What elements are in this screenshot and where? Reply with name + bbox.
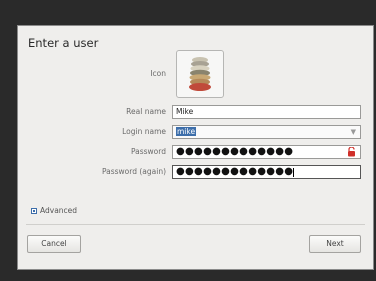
advanced-expander[interactable]: Advanced [31,206,77,215]
dialog-title: Enter a user [28,36,99,50]
password-field[interactable]: ●●●●●●●●●●●●● [172,145,361,159]
password-value: ●●●●●●●●●●●●● [176,146,294,157]
login-name-label: Login name [122,127,166,136]
lock-warning-icon [347,146,356,158]
password-again-label: Password (again) [101,167,166,176]
password-label: Password [130,147,166,156]
avatar-button[interactable] [176,50,224,98]
cancel-button[interactable]: Cancel [27,235,81,253]
stacked-stones-avatar-icon [189,57,211,91]
password-again-value: ●●●●●●●●●●●●● [176,166,294,177]
expander-icon [31,207,37,214]
real-name-field[interactable]: Mike [172,105,361,119]
chevron-down-icon[interactable]: ▼ [351,126,356,138]
icon-label: Icon [150,69,166,78]
login-name-value: mike [176,127,197,136]
real-name-value: Mike [176,107,194,116]
text-cursor [293,167,295,177]
password-again-field[interactable]: ●●●●●●●●●●●●● [172,165,361,179]
next-button[interactable]: Next [309,235,361,253]
login-name-combo[interactable]: mike ▼ [172,125,361,139]
button-separator [26,224,365,225]
advanced-label: Advanced [40,206,78,215]
real-name-label: Real name [126,107,166,116]
enter-user-dialog: Enter a user Icon Real name Mike Login n… [17,25,374,270]
